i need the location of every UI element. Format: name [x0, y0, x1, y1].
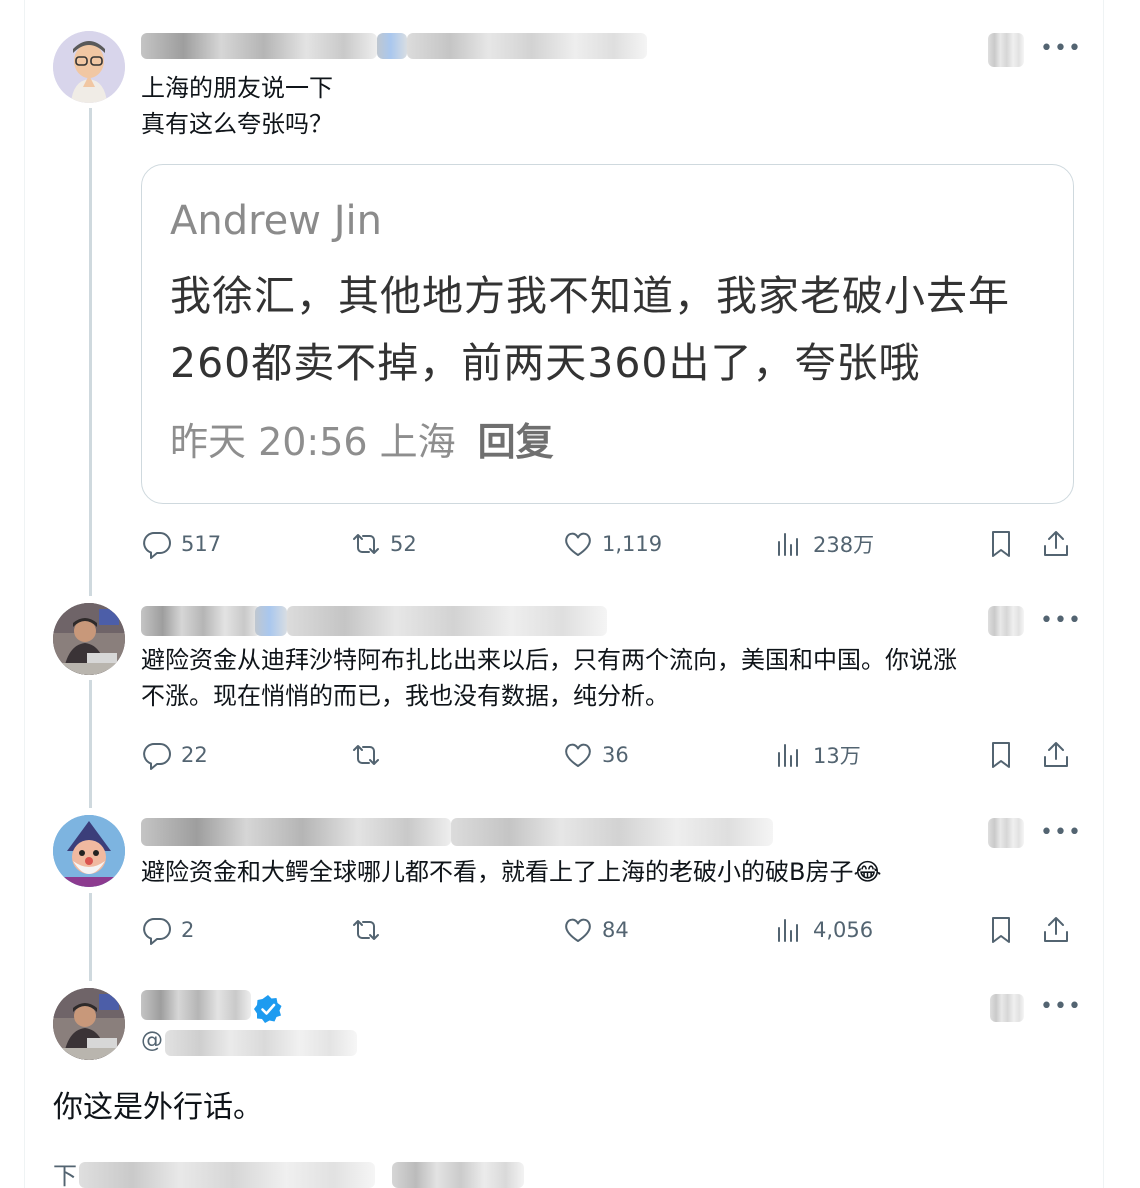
views-button[interactable]: 13万	[773, 737, 861, 773]
reply-button[interactable]: 517	[141, 526, 221, 562]
bookmark-icon	[992, 531, 1010, 557]
avatar[interactable]	[53, 815, 125, 887]
quote-time: 昨天 20:56 上海	[170, 420, 456, 464]
more-dots-icon[interactable]: •••	[1040, 996, 1082, 1018]
grok-button-blurred[interactable]	[990, 994, 1024, 1022]
share-button[interactable]	[1040, 526, 1072, 562]
author-handle-blurred	[165, 1030, 357, 1056]
view-count: 238万	[813, 533, 875, 557]
action-bar: 517 52 1,119 238万	[141, 526, 1071, 562]
like-count: 1,119	[602, 532, 663, 556]
cartoon-avatar-icon	[53, 815, 125, 887]
speech-bubble-icon	[143, 532, 171, 559]
repost-button[interactable]	[350, 737, 390, 773]
thread-line	[89, 680, 92, 808]
like-count: 84	[602, 918, 629, 942]
reply-count: 517	[181, 532, 222, 556]
avatar[interactable]	[53, 988, 125, 1060]
bar-chart-icon	[778, 533, 798, 556]
quote-author: Andrew Jin	[170, 198, 382, 244]
author-handle-blurred	[407, 33, 647, 59]
share-button[interactable]	[1040, 912, 1072, 948]
repost-button[interactable]	[350, 912, 390, 948]
author-name-blurred	[141, 606, 261, 636]
reply-button[interactable]: 2	[141, 912, 194, 948]
like-button[interactable]: 84	[562, 912, 629, 948]
tweet-text: 上海的朋友说一下 真有这么夸张吗？	[141, 74, 333, 138]
thread-line	[89, 108, 92, 596]
repost-arrows-icon	[353, 745, 379, 765]
bar-chart-icon	[778, 919, 798, 942]
views-button[interactable]: 238万	[773, 526, 874, 562]
author-handle-blurred	[287, 606, 607, 636]
more-dots-icon[interactable]: •••	[1040, 610, 1082, 632]
speech-bubble-icon	[143, 918, 171, 945]
view-count: 13万	[813, 744, 861, 768]
bookmark-button[interactable]	[985, 737, 1017, 773]
like-count: 36	[602, 743, 629, 767]
timestamp-prefix: 下	[53, 1162, 77, 1188]
author-name-blurred	[141, 990, 251, 1020]
repost-arrows-icon	[353, 920, 379, 940]
user-photo-icon	[53, 988, 125, 1060]
author-handle-blurred	[451, 818, 773, 846]
author-name-blurred	[141, 818, 451, 846]
bar-chart-icon	[778, 744, 798, 767]
repost-count: 52	[390, 532, 417, 556]
bookmark-button[interactable]	[985, 912, 1017, 948]
verified-badge-blurred	[377, 33, 407, 59]
repost-button[interactable]: 52	[350, 526, 417, 562]
repost-arrows-icon	[353, 534, 379, 554]
quote-reply-label: 回复	[477, 420, 554, 464]
quote-meta: 昨天 20:56 上海 回复	[170, 417, 554, 467]
share-upload-icon	[1044, 917, 1068, 942]
tweet-text: 你这是外行话。	[53, 1090, 263, 1125]
reply-count: 2	[181, 918, 195, 942]
view-count: 4,056	[813, 918, 874, 942]
heart-icon	[565, 532, 591, 556]
more-dots-icon[interactable]: •••	[1040, 822, 1082, 844]
views-blurred	[392, 1162, 524, 1188]
memoji-avatar-icon	[53, 31, 125, 103]
tweet-timestamp[interactable]: 下	[53, 1160, 77, 1188]
tweet-text: 避险资金和大鳄全球哪儿都不看，就看上了上海的老破小的破B房子😂	[141, 858, 882, 886]
heart-icon	[565, 918, 591, 942]
timestamp-blurred	[79, 1162, 375, 1188]
quoted-image[interactable]: Andrew Jin 我徐汇，其他地方我不知道，我家老破小去年 260都卖不掉，…	[141, 164, 1074, 504]
user-photo-icon	[53, 603, 125, 675]
like-button[interactable]: 1,119	[562, 526, 662, 562]
action-bar: 22 36 13万	[141, 737, 1071, 773]
verified-badge-icon	[254, 995, 282, 1023]
reply-count: 22	[181, 743, 208, 767]
more-dots-icon[interactable]: •••	[1040, 38, 1082, 60]
speech-bubble-icon	[143, 743, 171, 770]
reply-button[interactable]: 22	[141, 737, 208, 773]
avatar[interactable]	[53, 31, 125, 103]
grok-button-blurred[interactable]	[988, 818, 1024, 848]
handle-prefix: @	[141, 1028, 163, 1053]
share-upload-icon	[1044, 742, 1068, 767]
bookmark-button[interactable]	[985, 526, 1017, 562]
tweet-text: 避险资金从迪拜沙特阿布扎比出来以后，只有两个流向，美国和中国。你说涨 不涨。现在…	[141, 646, 957, 710]
author-handle[interactable]: @	[141, 1028, 163, 1053]
bookmark-icon	[992, 917, 1010, 943]
views-button[interactable]: 4,056	[773, 912, 873, 948]
quote-body: 我徐汇，其他地方我不知道，我家老破小去年 260都卖不掉，前两天360出了，夸张…	[170, 272, 1010, 387]
action-bar: 2 84 4,056	[141, 912, 1071, 948]
author-name-blurred	[141, 33, 377, 59]
avatar[interactable]	[53, 603, 125, 675]
thread-line	[89, 893, 92, 981]
heart-icon	[565, 743, 591, 767]
share-button[interactable]	[1040, 737, 1072, 773]
grok-button-blurred[interactable]	[988, 33, 1024, 67]
bookmark-icon	[992, 742, 1010, 768]
share-upload-icon	[1044, 531, 1068, 556]
like-button[interactable]: 36	[562, 737, 629, 773]
grok-button-blurred[interactable]	[988, 606, 1024, 636]
verified-badge-blurred	[255, 606, 287, 636]
